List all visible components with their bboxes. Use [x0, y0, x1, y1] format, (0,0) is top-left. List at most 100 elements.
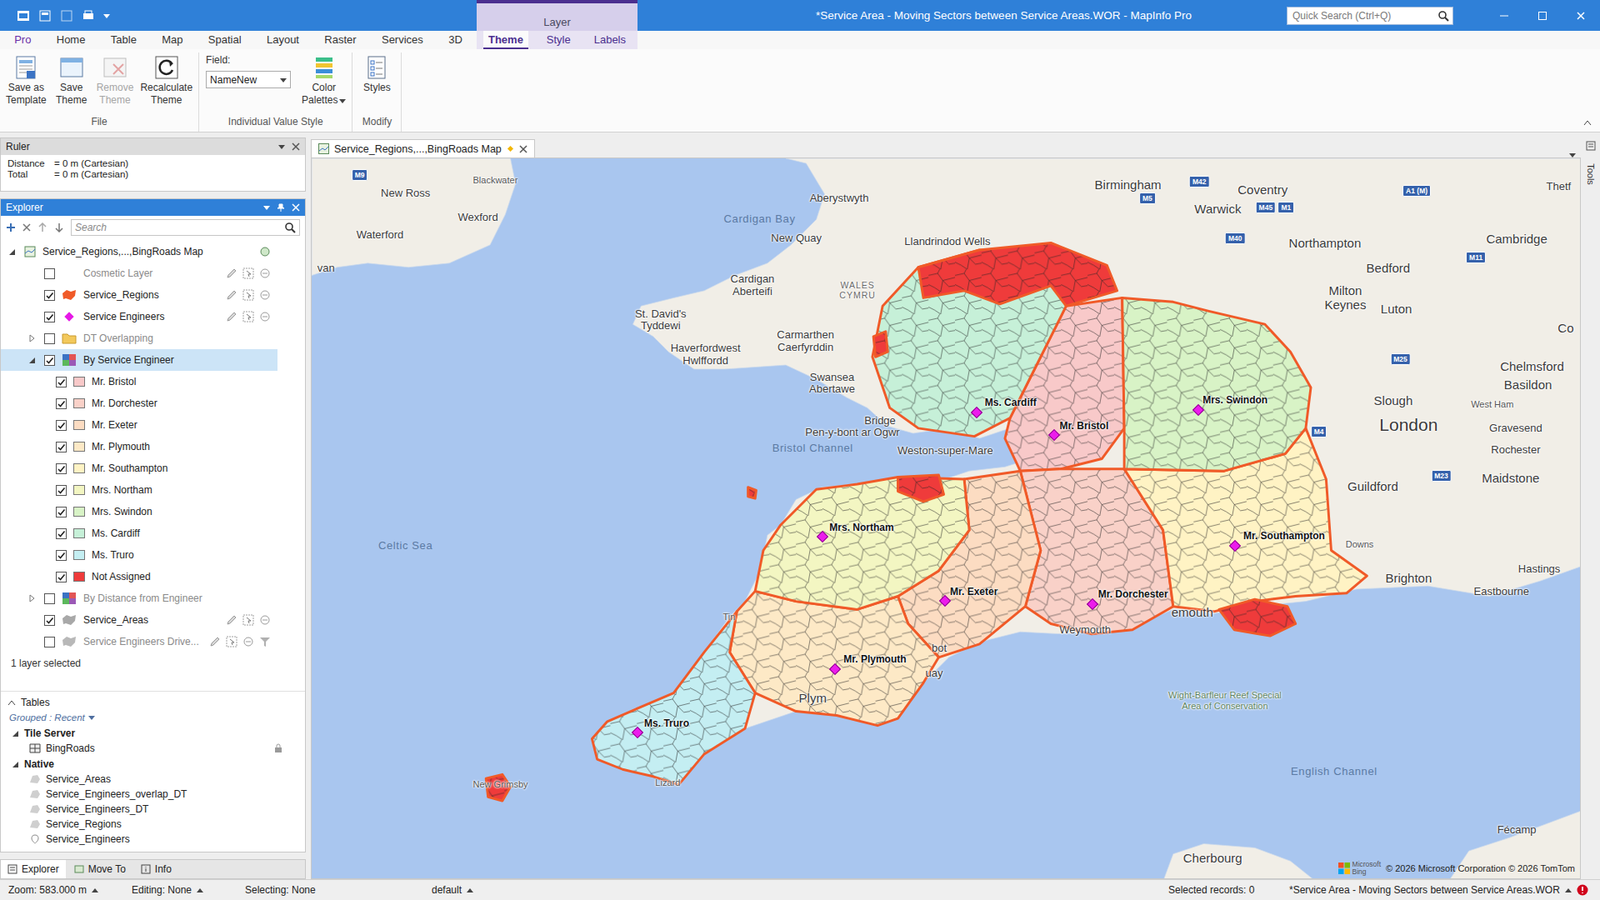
field-dropdown[interactable]: NameNew — [205, 70, 291, 89]
selectable-icon[interactable] — [242, 267, 255, 280]
layer-checkbox[interactable] — [44, 311, 55, 323]
legend-row[interactable]: Ms. Truro — [0, 544, 278, 566]
move-up-icon[interactable] — [37, 222, 48, 233]
table-group[interactable]: Tile Server — [0, 725, 305, 741]
ribbon-tab[interactable]: Raster — [319, 30, 361, 50]
tools-icon[interactable] — [1585, 140, 1596, 151]
explorer-search[interactable]: Search — [70, 219, 300, 236]
tools-label[interactable]: Tools — [1585, 163, 1596, 185]
legend-row[interactable]: Mr. Southampton — [0, 457, 278, 480]
layer-row[interactable]: DT Overlapping — [0, 327, 278, 350]
search-icon[interactable] — [284, 221, 296, 234]
status-item[interactable]: *Service Area - Moving Sectors between S… — [1289, 884, 1600, 896]
service-region[interactable] — [591, 611, 755, 785]
ribbon-button[interactable]: RecalculateTheme — [137, 52, 195, 108]
service-region[interactable] — [1122, 297, 1311, 471]
map-row[interactable]: Service_Regions,...,BingRoads Map — [0, 240, 278, 263]
edit-icon[interactable] — [209, 635, 221, 648]
service-region[interactable] — [1219, 599, 1296, 636]
ribbon-tab[interactable]: Layout — [261, 30, 305, 50]
table-row[interactable]: Service_Regions — [0, 816, 293, 832]
edit-icon[interactable] — [225, 267, 238, 280]
legend-checkbox[interactable] — [55, 528, 67, 540]
edit-icon[interactable] — [225, 614, 238, 626]
label-icon[interactable] — [259, 614, 271, 626]
add-icon[interactable] — [5, 222, 16, 233]
layer-checkbox[interactable] — [44, 333, 55, 345]
service-region[interactable] — [918, 242, 1118, 306]
selectable-icon[interactable] — [242, 614, 255, 626]
ribbon-button[interactable]: Save asTemplate — [3, 52, 50, 108]
ribbon-tab[interactable]: Map — [156, 30, 188, 50]
collapse-ribbon-icon[interactable] — [1583, 119, 1592, 126]
layer-row[interactable]: Service Engineers — [0, 305, 278, 328]
legend-row[interactable]: Mr. Exeter — [0, 414, 278, 436]
ribbon-tab[interactable]: Table — [105, 30, 142, 50]
legend-row[interactable]: Mr. Plymouth — [0, 435, 278, 458]
layer-row[interactable]: Service_Areas — [0, 609, 278, 631]
selectable-icon[interactable] — [242, 310, 255, 323]
map-canvas[interactable]: M9M42M5M45M1A1 (M)M40M11M25M4M23New Ross… — [310, 157, 1581, 880]
close-button[interactable] — [1561, 0, 1600, 31]
legend-row[interactable]: Mr. Bristol — [0, 370, 278, 393]
layer-row[interactable]: By Distance from Engineer — [0, 587, 278, 610]
ribbon-tab[interactable]: Pro — [9, 30, 36, 50]
close-icon[interactable] — [291, 142, 300, 151]
expand-icon[interactable] — [27, 594, 36, 603]
collapse-icon[interactable] — [10, 729, 20, 738]
legend-checkbox[interactable] — [55, 441, 67, 453]
minimize-button[interactable] — [1485, 0, 1524, 31]
status-item[interactable]: Zoom: 583.000 m — [8, 884, 132, 896]
legend-checkbox[interactable] — [55, 463, 67, 475]
label-icon[interactable] — [259, 310, 271, 323]
ribbon-button[interactable]: SaveTheme — [50, 52, 93, 108]
table-row[interactable]: BingRoads — [0, 740, 293, 756]
ribbon-tab[interactable]: 3D — [443, 30, 468, 50]
collapse-icon[interactable] — [7, 699, 16, 706]
edit-icon[interactable] — [225, 289, 238, 301]
maximize-button[interactable] — [1523, 0, 1562, 31]
label-icon[interactable] — [242, 635, 255, 648]
status-item[interactable]: Editing: None — [131, 884, 245, 896]
legend-row[interactable]: Ms. Cardiff — [0, 522, 278, 545]
selectable-icon[interactable] — [225, 635, 238, 648]
remove-icon[interactable] — [22, 223, 31, 232]
map-refresh-icon[interactable] — [259, 245, 271, 258]
ribbon-button[interactable]: RemoveTheme — [94, 52, 137, 108]
layer-checkbox[interactable] — [44, 290, 55, 301]
selectable-icon[interactable] — [242, 289, 255, 301]
ribbon-tab[interactable]: Home — [51, 30, 91, 50]
ribbon-tab[interactable]: Labels — [589, 30, 631, 50]
panel-tab[interactable]: Info — [134, 860, 179, 879]
notification-icon[interactable] — [1576, 884, 1589, 896]
search-icon[interactable] — [1437, 10, 1450, 22]
legend-checkbox[interactable] — [55, 571, 67, 583]
layer-checkbox[interactable] — [44, 268, 55, 280]
ribbon-tab[interactable]: Services — [376, 30, 429, 50]
service-region[interactable] — [485, 774, 510, 801]
edit-icon[interactable] — [225, 310, 238, 323]
grouping-dropdown[interactable]: Grouped : Recent — [0, 710, 305, 725]
legend-checkbox[interactable] — [55, 550, 67, 561]
service-region[interactable] — [748, 487, 757, 499]
save-icon[interactable] — [60, 9, 74, 23]
table-row[interactable]: Service_Engineers_DT — [0, 801, 293, 817]
layer-row[interactable]: Service_Regions — [0, 284, 278, 306]
panel-tab[interactable]: Move To — [67, 860, 133, 879]
ribbon-button[interactable]: Styles — [355, 52, 398, 95]
service-region[interactable] — [897, 475, 944, 502]
collapse-icon[interactable] — [7, 247, 16, 256]
collapse-icon[interactable] — [27, 355, 36, 365]
label-icon[interactable] — [259, 289, 271, 301]
document-tab[interactable]: Service_Regions,...,BingRoads Map — [310, 139, 535, 158]
ribbon-tab[interactable]: Theme — [483, 30, 529, 50]
service-region[interactable] — [873, 331, 888, 358]
table-row[interactable]: Service_Areas — [0, 771, 293, 787]
legend-checkbox[interactable] — [55, 420, 67, 431]
status-item[interactable]: default — [431, 884, 1169, 896]
label-icon[interactable] — [259, 267, 271, 280]
quick-search[interactable]: Quick Search (Ctrl+Q) — [1286, 6, 1454, 25]
layer-checkbox[interactable] — [44, 615, 55, 626]
ribbon-tab[interactable]: Style — [541, 30, 576, 50]
layer-row[interactable]: Service Engineers Drive... — [0, 630, 278, 653]
